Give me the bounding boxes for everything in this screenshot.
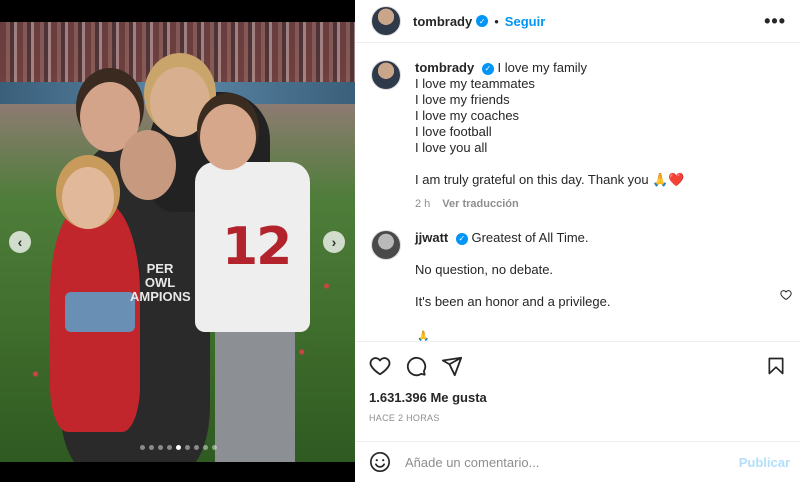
verified-badge-icon: ✓ [481, 62, 494, 75]
head-girl [62, 167, 114, 229]
likes-count[interactable]: 1.631.396 Me gusta [369, 390, 786, 405]
verified-badge-icon: ✓ [476, 15, 489, 27]
jersey-number: 12 [222, 217, 292, 277]
heart-icon[interactable] [369, 355, 391, 377]
carousel-dots [140, 445, 217, 450]
comment-line: Greatest of All Time. [471, 230, 589, 245]
caption: tombrady ✓ I love my family I love my te… [371, 60, 784, 212]
carousel-dot [167, 445, 172, 450]
caption-body: tombrady ✓ I love my family I love my te… [415, 60, 775, 212]
caption-meta: 2 h Ver traducción [415, 196, 775, 212]
shirt-text-2: OWL [144, 275, 176, 290]
carousel-next-button[interactable]: › [323, 231, 345, 253]
shirt-text-3: AMPIONS [130, 289, 191, 304]
comment-icon[interactable] [405, 355, 427, 377]
caption-line: I love you all [415, 140, 488, 155]
boy-legs [215, 322, 295, 462]
separator: • [494, 13, 499, 29]
share-icon[interactable] [441, 355, 463, 377]
post-media: 12 PER OWL AMPIONS ‹ › [0, 0, 355, 482]
head-boy-right [200, 104, 256, 170]
comment-line: No question, no debate. [415, 262, 554, 277]
carousel-dot [176, 445, 181, 450]
publish-button[interactable]: Publicar [739, 455, 790, 470]
carousel-dot [203, 445, 208, 450]
comment-body: jjwatt ✓ Greatest of All Time. No questi… [415, 230, 775, 310]
carousel-dot [140, 445, 145, 450]
emoji-icon[interactable] [369, 451, 391, 473]
carousel-dot [185, 445, 190, 450]
carousel-dot [158, 445, 163, 450]
action-icons [369, 352, 786, 380]
avatar[interactable] [371, 230, 401, 260]
verified-badge-icon: ✓ [455, 232, 468, 245]
chevron-right-icon: › [331, 234, 337, 250]
caption-line: I love my teammates [415, 76, 535, 91]
avatar[interactable] [371, 60, 401, 90]
carousel-dot [149, 445, 154, 450]
save-icon[interactable] [766, 355, 786, 377]
caption-line: I love my friends [415, 92, 510, 107]
avatar[interactable] [371, 6, 401, 36]
post-panel: tombrady ✓ • Seguir ••• tombrady ✓ I lov… [355, 0, 800, 482]
post-header: tombrady ✓ • Seguir ••• [355, 0, 800, 43]
carousel-prev-button[interactable]: ‹ [9, 231, 31, 253]
caption-line: I love football [415, 124, 492, 139]
comment-item: jjwatt ✓ Greatest of All Time. No questi… [371, 230, 784, 310]
follow-button[interactable]: Seguir [505, 14, 545, 29]
comment-like-icon[interactable] [780, 289, 792, 301]
caption-time: 2 h [415, 198, 431, 210]
comment-folded-emoji: 🙏 [417, 331, 430, 341]
girl-shorts [65, 292, 135, 332]
comment-username[interactable]: jjwatt [415, 230, 448, 245]
caption-username[interactable]: tombrady [415, 60, 474, 75]
caption-closing: I am truly grateful on this day. Thank y… [415, 172, 685, 187]
add-comment-bar: Publicar [355, 441, 800, 482]
carousel-dot [212, 445, 217, 450]
chevron-left-icon: ‹ [17, 234, 23, 250]
shirt-logo: PER OWL AMPIONS [130, 261, 191, 312]
post-photo: 12 PER OWL AMPIONS [0, 22, 355, 462]
comments-list: tombrady ✓ I love my family I love my te… [355, 44, 800, 341]
caption-line: I love my coaches [415, 108, 520, 123]
post-timestamp: HACE 2 HORAS [369, 413, 440, 423]
translate-link[interactable]: Ver traducción [442, 196, 518, 212]
carousel-dot [194, 445, 199, 450]
comment-input[interactable] [405, 454, 739, 470]
post-actions: 1.631.396 Me gusta HACE 2 HORAS [355, 341, 800, 423]
comment-line: It's been an honor and a privilege. [415, 294, 611, 309]
shirt-text-1: PER [146, 261, 174, 276]
author-username[interactable]: tombrady [413, 14, 472, 29]
more-options-icon[interactable]: ••• [764, 11, 786, 32]
head-man [120, 130, 176, 200]
caption-line: I love my family [497, 60, 588, 75]
